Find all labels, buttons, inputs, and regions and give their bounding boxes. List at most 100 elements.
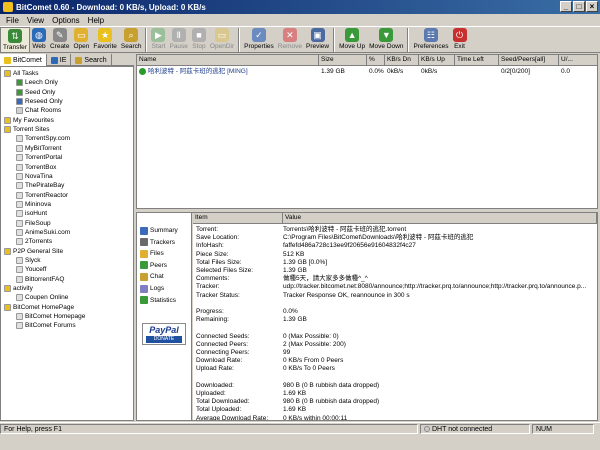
tree-item[interactable]: Mininova xyxy=(16,200,51,209)
detail-nav-summary[interactable]: Summary xyxy=(140,225,178,236)
task-col-7[interactable]: U/... xyxy=(559,55,597,66)
toolbar-label: Stop xyxy=(192,43,206,50)
tree-item-label: All Tasks xyxy=(13,70,39,77)
tree-item[interactable]: TorrentReactor xyxy=(16,191,68,200)
tree-item[interactable]: BittorrentFAQ xyxy=(16,275,64,284)
menu-options[interactable]: Options xyxy=(48,16,84,25)
detail-nav-label: Statistics xyxy=(150,296,177,304)
tree-item[interactable]: MyBitTorrent xyxy=(16,144,61,153)
task-col-1[interactable]: Size xyxy=(319,55,367,66)
detail-nav-trackers[interactable]: Trackers xyxy=(140,237,175,248)
paypal-logo: PayPal xyxy=(149,325,179,335)
task-col-6[interactable]: Seed/Peers[all] xyxy=(499,55,559,66)
tree-item[interactable]: AnimeSuki.com xyxy=(16,228,70,237)
opendir-button[interactable]: ▭ OpenDir xyxy=(208,27,236,53)
tree-item[interactable]: Chat Rooms xyxy=(16,106,61,115)
tree-item[interactable]: TorrentBox xyxy=(16,163,56,172)
page-icon xyxy=(16,79,23,87)
create-icon: ✎ xyxy=(52,28,67,42)
task-col-2[interactable]: % xyxy=(367,55,385,66)
minimize-button[interactable]: _ xyxy=(560,1,572,12)
detail-nav-peers[interactable]: Peers xyxy=(140,260,167,271)
task-col-3[interactable]: KB/s Dn xyxy=(385,55,419,66)
page-icon xyxy=(16,238,23,246)
toolbar-separator xyxy=(407,28,410,52)
left-tab-bitcomet[interactable]: BitComet xyxy=(0,54,47,66)
properties-icon: ✓ xyxy=(251,28,266,42)
tree-item-label: ThePirateBay xyxy=(25,182,65,190)
favorite-button[interactable]: ★ Favorite xyxy=(91,27,118,53)
create-button[interactable]: ✎ Create xyxy=(48,27,72,53)
tree-item[interactable]: All Tasks xyxy=(4,69,39,78)
summary-icon xyxy=(140,226,148,235)
tree-item[interactable]: isoHunt xyxy=(16,209,47,218)
category-tree[interactable]: All Tasks Leech Only Seed Only Reseed Only C… xyxy=(0,66,134,421)
detail-col-value[interactable]: Value xyxy=(283,213,597,224)
left-tab-label: IE xyxy=(59,56,67,64)
preview-button[interactable]: ▣ Preview xyxy=(304,27,331,53)
tree-item[interactable]: Youceff xyxy=(16,265,46,274)
remove-button[interactable]: ✕ Remove xyxy=(276,27,304,53)
web-button[interactable]: ◍ Web xyxy=(30,27,48,53)
task-cell-text: 0/2[0/200] xyxy=(501,68,530,75)
search-button[interactable]: ⌕ Search xyxy=(119,27,144,53)
start-button[interactable]: ▶ Start xyxy=(149,27,167,53)
task-cell: 0kB/s xyxy=(421,67,457,76)
move-up-button[interactable]: ▲ Move Up xyxy=(337,27,367,53)
toolbar-separator xyxy=(145,28,148,52)
tree-item[interactable]: BitComet HomePage xyxy=(4,303,74,312)
move-up-icon: ▲ xyxy=(345,28,360,42)
tree-item[interactable]: activity xyxy=(4,284,33,293)
menu-help[interactable]: Help xyxy=(84,16,108,25)
tree-item[interactable]: FileSoup xyxy=(16,219,51,228)
tree-item[interactable]: Leech Only xyxy=(16,78,58,87)
tree-item[interactable]: TorrentSpy.com xyxy=(16,134,70,143)
detail-nav-chat[interactable]: Chat xyxy=(140,271,164,282)
folder-icon xyxy=(4,126,11,134)
window-controls: _ □ × xyxy=(560,1,598,12)
detail-nav-files[interactable]: Files xyxy=(140,248,164,259)
tree-item[interactable]: Reseed Only xyxy=(16,97,63,106)
task-list[interactable]: Name Size% KB/s Dn KB/s Up Time Left Seed/Pee… xyxy=(136,54,598,209)
preferences-button[interactable]: ☷ Preferences xyxy=(411,27,450,53)
move-down-button[interactable]: ▼ Move Down xyxy=(367,27,405,53)
paypal-donate-button[interactable]: PayPal DONATE xyxy=(142,323,186,345)
tree-item[interactable]: BitComet Forums xyxy=(16,321,76,330)
tree-item[interactable]: BitComet Homepage xyxy=(16,312,85,321)
tree-item[interactable]: NovaTina xyxy=(16,172,53,181)
exit-button[interactable]: ⏻ Exit xyxy=(451,27,469,53)
task-col-0[interactable]: Name xyxy=(137,55,319,66)
menu-view[interactable]: View xyxy=(23,16,48,25)
title-bar[interactable]: BitComet 0.60 - Download: 0 KB/s, Upload… xyxy=(0,0,600,14)
task-cell: 0.0 xyxy=(561,67,597,76)
pause-button[interactable]: Ⅱ Pause xyxy=(167,27,189,53)
task-col-5[interactable]: Time Left xyxy=(455,55,499,66)
open-button[interactable]: ▭ Open xyxy=(71,27,91,53)
tree-item-label: TorrentBox xyxy=(25,163,57,171)
toolbar-label: OpenDir xyxy=(209,43,235,50)
left-tab-ie[interactable]: IE xyxy=(47,54,72,66)
tree-item[interactable]: ThePirateBay xyxy=(16,181,64,190)
task-row[interactable]: 哈利波特 - 阿茲卡班的逃犯 [MING] 1.39 GB 0.0% 0kB/s 0kB… xyxy=(137,67,597,76)
detail-col-item[interactable]: Item xyxy=(193,213,283,224)
tree-item[interactable]: TorrentPortal xyxy=(16,153,62,162)
transfer-button[interactable]: ⇅ Transfer xyxy=(0,27,30,53)
tree-item[interactable]: Torrent Sites xyxy=(4,125,50,134)
left-tab-search[interactable]: Search xyxy=(71,54,112,66)
tree-item[interactable]: 2Torrents xyxy=(16,237,52,246)
maximize-button[interactable]: □ xyxy=(573,1,585,12)
tree-item[interactable]: Seed Only xyxy=(16,88,55,97)
tree-item[interactable]: Slyck xyxy=(16,256,41,265)
tree-item-label: TorrentPortal xyxy=(25,154,63,162)
page-icon xyxy=(16,294,23,302)
tree-item[interactable]: P2P General Site xyxy=(4,247,63,256)
close-button[interactable]: × xyxy=(586,1,598,12)
tree-item[interactable]: Coupen Online xyxy=(16,293,68,302)
stop-button[interactable]: ■ Stop xyxy=(190,27,208,53)
detail-nav-logs[interactable]: Logs xyxy=(140,283,164,294)
menu-file[interactable]: File xyxy=(2,16,23,25)
task-col-4[interactable]: KB/s Up xyxy=(419,55,455,66)
properties-button[interactable]: ✓ Properties xyxy=(242,27,276,53)
tree-item[interactable]: My Favourites xyxy=(4,116,54,125)
detail-nav-statistics[interactable]: Statistics xyxy=(140,295,176,306)
